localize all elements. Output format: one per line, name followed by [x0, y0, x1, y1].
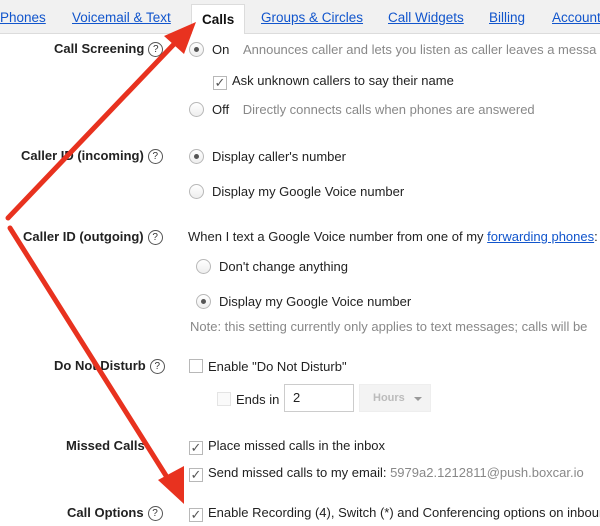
off-description: Directly connects calls when phones are … [242, 102, 535, 117]
ends-in-option[interactable]: Ends in [217, 392, 279, 407]
help-icon[interactable]: ? [147, 149, 163, 164]
option-label: Display my Google Voice number [212, 184, 405, 199]
radio-dont-change[interactable] [196, 259, 211, 274]
call-screening-on-option[interactable]: On Announces caller and lets you listen … [189, 42, 596, 57]
caller-id-outgoing-note: Note: this setting currently only applie… [190, 319, 588, 334]
enable-dnd-option[interactable]: Enable "Do Not Disturb" [189, 359, 347, 374]
ask-name-checkbox[interactable]: ✓ [213, 76, 227, 90]
missed-email-address: 5979a2.1212811@push.boxcar.io [390, 465, 584, 480]
intro-text: When I text a Google Voice number from o… [188, 229, 488, 244]
call-screening-label: Call Screening? [54, 41, 164, 57]
ask-name-label: Ask unknown callers to say their name [232, 73, 454, 88]
do-not-disturb-text: Do Not Disturb [54, 358, 146, 373]
on-description: Announces caller and lets you listen as … [242, 42, 597, 57]
missed-inbox-option[interactable]: ✓ Place missed calls in the inbox [189, 438, 385, 455]
missed-email-label: Send missed calls to my email: [208, 465, 391, 480]
tab-calls[interactable]: Calls [191, 4, 246, 34]
intro-colon: : [594, 229, 598, 244]
caller-id-incoming-text: Caller ID (incoming) [21, 148, 144, 163]
option-label: Don't change anything [219, 259, 348, 274]
do-not-disturb-label: Do Not Disturb? [54, 358, 165, 374]
ends-in-checkbox[interactable] [217, 392, 231, 406]
call-options-option[interactable]: ✓ Enable Recording (4), Switch (*) and Co… [189, 505, 600, 522]
tab-groups-circles[interactable]: Groups & Circles [261, 10, 363, 25]
duration-unit-dropdown[interactable]: Hours [359, 384, 431, 412]
call-screening-text: Call Screening [54, 41, 145, 56]
help-icon[interactable]: ? [149, 359, 165, 374]
caller-id-incoming-label: Caller ID (incoming)? [21, 148, 163, 164]
ends-in-label: Ends in [236, 392, 280, 407]
help-icon[interactable]: ? [147, 506, 163, 521]
call-options-checkbox[interactable]: ✓ [189, 508, 203, 522]
chevron-down-icon [414, 397, 422, 401]
caller-id-incoming-option-2[interactable]: Display my Google Voice number [189, 184, 404, 199]
call-options-text: Call Options [67, 505, 144, 520]
enable-dnd-label: Enable "Do Not Disturb" [208, 359, 347, 374]
radio-display-gv-number[interactable] [189, 184, 204, 199]
missed-inbox-checkbox[interactable]: ✓ [189, 441, 203, 455]
option-label: Display caller's number [212, 149, 346, 164]
caller-id-outgoing-label: Caller ID (outgoing)? [23, 229, 163, 245]
missed-email-checkbox[interactable]: ✓ [189, 468, 203, 482]
caller-id-incoming-option-1[interactable]: Display caller's number [189, 149, 346, 164]
missed-email-option[interactable]: ✓ Send missed calls to my email: 5979a2.1… [189, 465, 584, 482]
caller-id-outgoing-option-2[interactable]: Display my Google Voice number [196, 294, 411, 309]
call-options-enable-label: Enable Recording (4), Switch (*) and Con… [208, 505, 600, 520]
tab-account[interactable]: Account [552, 10, 600, 25]
missed-calls-label: Missed Calls [66, 438, 145, 453]
on-label: On [212, 42, 230, 57]
tab-phones[interactable]: Phones [0, 10, 46, 25]
radio-off[interactable] [189, 102, 204, 117]
tab-call-widgets[interactable]: Call Widgets [388, 10, 464, 25]
option-label: Display my Google Voice number [219, 294, 412, 309]
call-screening-off-option[interactable]: Off Directly connects calls when phones … [189, 102, 535, 117]
radio-display-gv-number-outgoing[interactable] [196, 294, 211, 309]
caller-id-outgoing-text: Caller ID (outgoing) [23, 229, 144, 244]
radio-on[interactable] [189, 42, 204, 57]
forwarding-phones-link[interactable]: forwarding phones [487, 229, 594, 244]
tab-voicemail-text[interactable]: Voicemail & Text [72, 10, 171, 25]
call-options-label: Call Options? [67, 505, 163, 521]
enable-dnd-checkbox[interactable] [189, 359, 203, 373]
tab-billing[interactable]: Billing [489, 10, 525, 25]
settings-tab-bar: Phones Voicemail & Text Calls Groups & C… [0, 0, 600, 34]
unit-label: Hours [373, 392, 405, 404]
caller-id-outgoing-option-1[interactable]: Don't change anything [196, 259, 348, 274]
ask-name-option[interactable]: ✓ Ask unknown callers to say their name [213, 73, 454, 90]
caller-id-outgoing-intro: When I text a Google Voice number from o… [188, 229, 598, 244]
help-icon[interactable]: ? [148, 42, 164, 57]
radio-display-callers-number[interactable] [189, 149, 204, 164]
help-icon[interactable]: ? [147, 230, 163, 245]
ends-in-input[interactable]: 2 [284, 384, 354, 412]
off-label: Off [212, 102, 230, 117]
missed-inbox-label: Place missed calls in the inbox [208, 438, 386, 453]
